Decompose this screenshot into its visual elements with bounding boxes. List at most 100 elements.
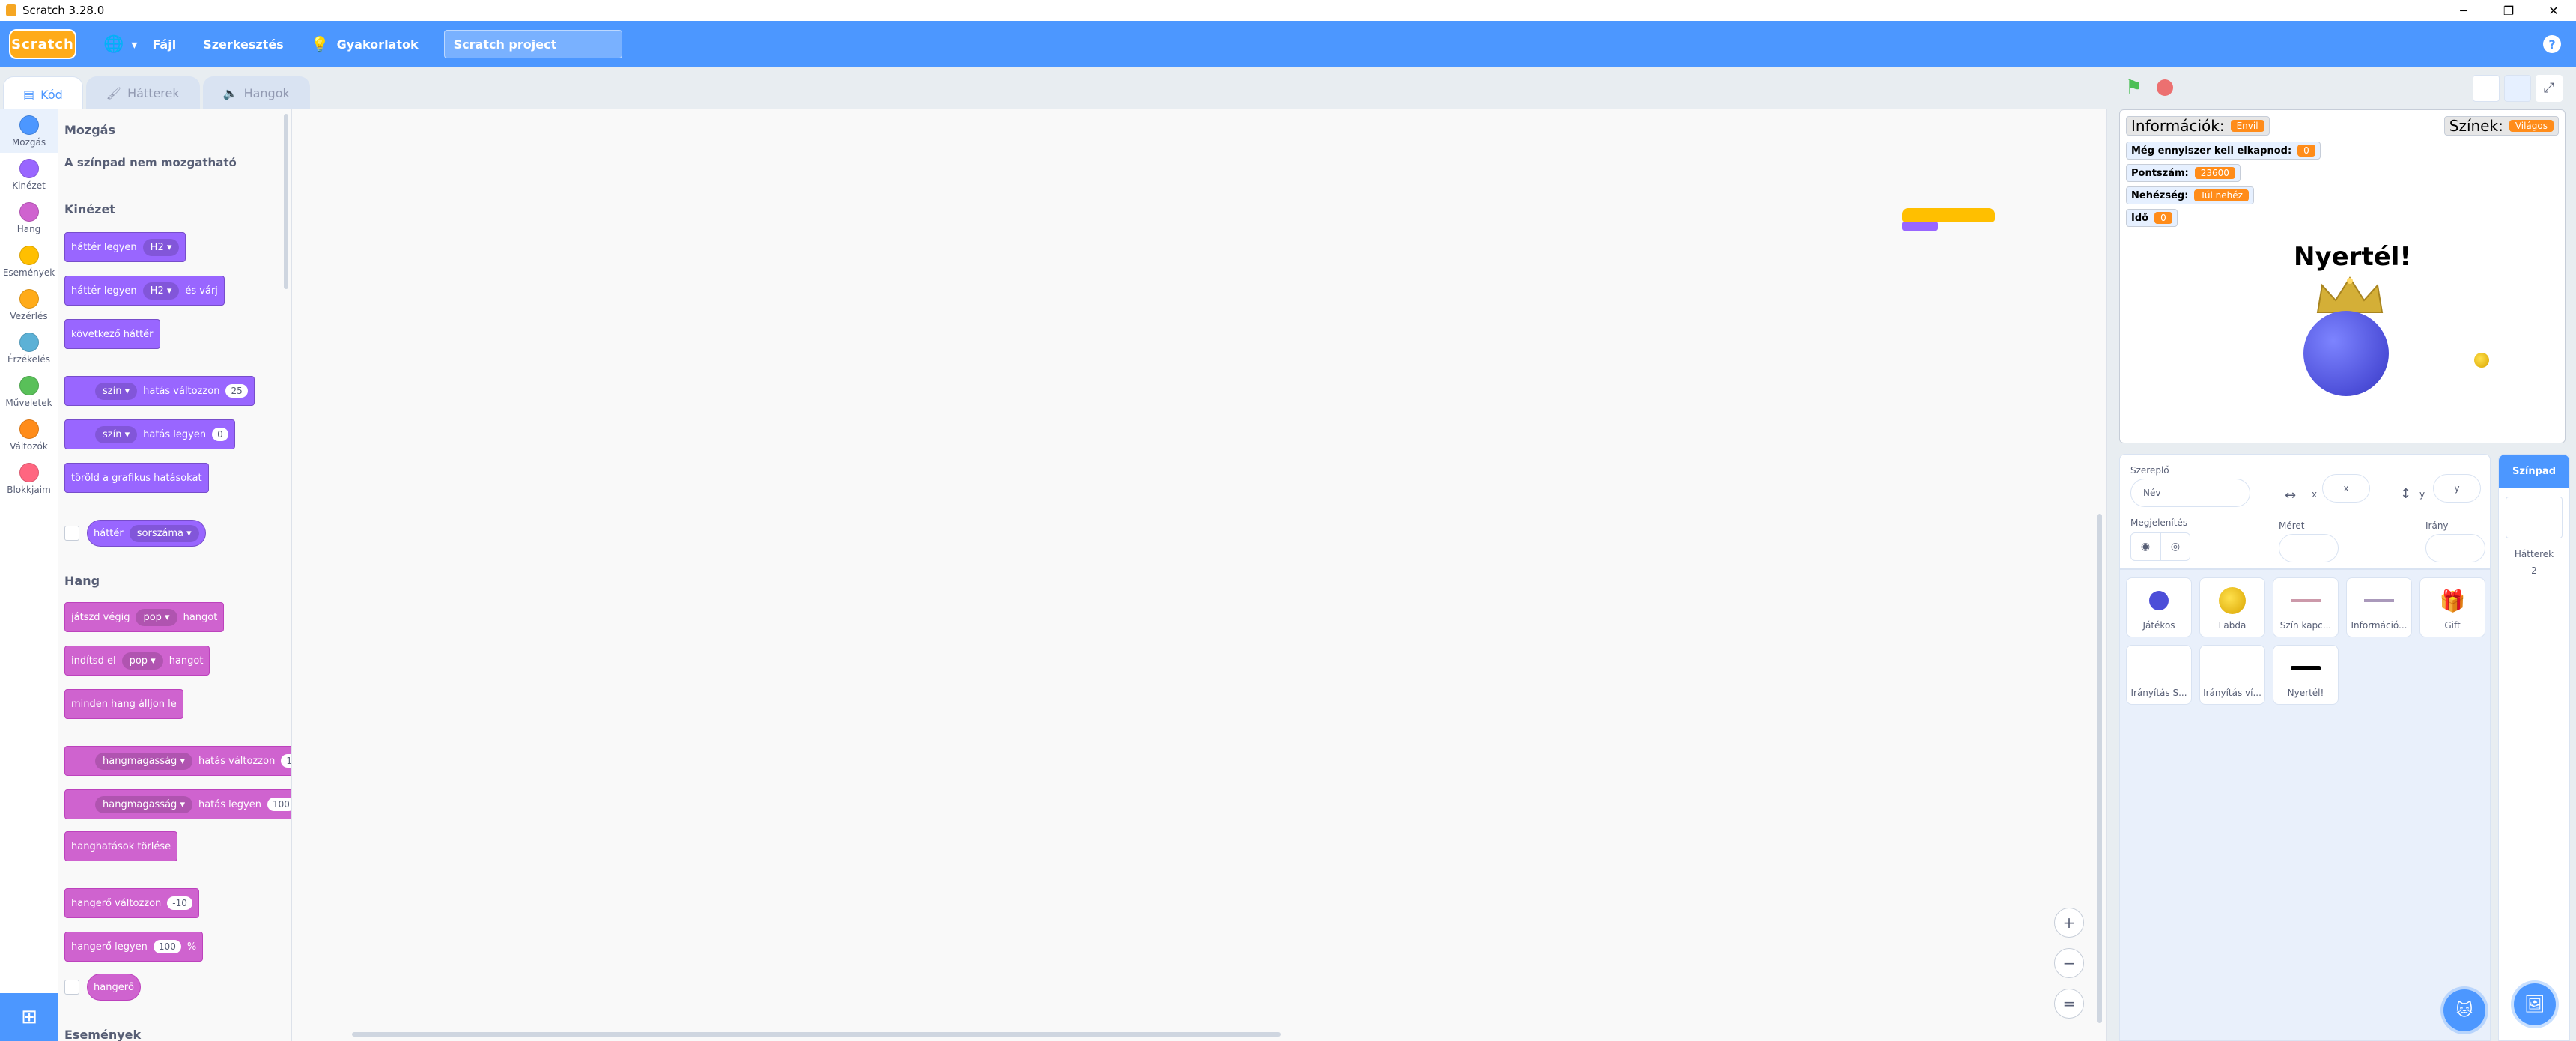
green-flag-icon[interactable]: ⚑: [2125, 78, 2145, 97]
volume-checkbox[interactable]: [64, 980, 79, 995]
sound-effect-dropdown[interactable]: hangmagasság ▾: [95, 752, 192, 770]
block-play-sound-until-done[interactable]: játszd végig pop ▾ hangot: [64, 602, 225, 632]
tab-code-label: Kód: [40, 88, 63, 102]
effect-dropdown[interactable]: szín ▾: [95, 382, 138, 400]
block-stop-all-sounds[interactable]: minden hang álljon le: [64, 689, 183, 719]
tutorials-menu[interactable]: 💡 Gyakorlatok: [311, 35, 419, 53]
tab-code[interactable]: ▤ Kód: [3, 76, 83, 112]
script-looks-block[interactable]: [1902, 222, 1938, 231]
effect-dropdown[interactable]: szín ▾: [95, 425, 138, 443]
block-set-volume[interactable]: hangerő legyen 100%: [64, 932, 204, 962]
sprite-tile[interactable]: Labda: [2199, 577, 2265, 637]
category-events[interactable]: Események: [0, 240, 58, 283]
block-change-sound-effect[interactable]: hangmagasság ▾ hatás változzon 10: [64, 746, 291, 776]
category-dot: [19, 462, 39, 482]
sprite-tile[interactable]: Szín kapc...: [2273, 577, 2339, 637]
block-start-sound[interactable]: indítsd el pop ▾ hangot: [64, 646, 210, 676]
sound-dropdown[interactable]: pop ▾: [121, 652, 163, 670]
block-backdrop-number[interactable]: háttér sorszáma ▾: [87, 520, 206, 547]
volume-value[interactable]: 100: [153, 940, 181, 953]
sprite-thumbnail: [2217, 653, 2247, 683]
add-extension-button[interactable]: ⊞: [0, 993, 58, 1041]
block-switch-backdrop-wait[interactable]: háttér legyen H2 ▾ és várj: [64, 276, 225, 306]
project-title-input[interactable]: Scratch project: [443, 30, 622, 58]
add-sprite-icon[interactable]: 🐱: [2443, 989, 2485, 1031]
close-button[interactable]: ✕: [2531, 0, 2576, 21]
y-input[interactable]: y: [2433, 474, 2481, 503]
sprite-tile[interactable]: 🎁 Gift: [2419, 577, 2485, 637]
tab-sounds[interactable]: 🔈 Hangok: [202, 76, 310, 109]
script-h-scrollbar[interactable]: [352, 1032, 1281, 1037]
sprite-tile[interactable]: Játékos: [2126, 577, 2192, 637]
small-stage-button[interactable]: [2473, 75, 2500, 102]
category-label: Mozgás: [11, 136, 46, 148]
minimize-button[interactable]: ─: [2441, 0, 2486, 21]
backdrop-dropdown[interactable]: H2 ▾: [142, 282, 180, 300]
stop-icon[interactable]: [2157, 79, 2173, 96]
tab-backdrops[interactable]: 🖌 Hátterek: [85, 76, 200, 109]
category-dot: [19, 245, 39, 265]
category-label: Vezérlés: [10, 310, 48, 321]
block-switch-backdrop[interactable]: háttér legyen H2 ▾: [64, 232, 186, 262]
winner-text: Nyertél!: [2294, 242, 2411, 272]
zoom-out-button[interactable]: −: [2054, 948, 2084, 978]
block-text: és várj: [185, 285, 218, 297]
add-backdrop-icon[interactable]: 🖼: [2514, 983, 2556, 1025]
direction-input[interactable]: [2425, 534, 2485, 562]
backdrop-dropdown[interactable]: H2 ▾: [142, 238, 180, 256]
sound-dropdown[interactable]: pop ▾: [136, 608, 177, 626]
effect-value-input[interactable]: 25: [225, 384, 248, 398]
category-operators[interactable]: Műveletek: [0, 370, 58, 413]
sprite-tile[interactable]: Irányítás S...: [2126, 645, 2192, 705]
palette-scrollbar[interactable]: [284, 114, 288, 289]
help-icon[interactable]: ?: [2543, 35, 2561, 53]
x-input[interactable]: x: [2322, 474, 2370, 503]
file-menu[interactable]: Fájl: [152, 37, 176, 52]
volume-value[interactable]: -10: [167, 896, 192, 910]
backdrop-attr-dropdown[interactable]: sorszáma ▾: [129, 524, 199, 542]
block-clear-sound-effects[interactable]: hanghatások törlése: [64, 831, 178, 861]
script-hat-block[interactable]: [1902, 208, 1995, 222]
scratch-logo[interactable]: Scratch: [9, 29, 76, 59]
normal-stage-button[interactable]: [2504, 75, 2531, 102]
zoom-reset-button[interactable]: =: [2054, 989, 2084, 1019]
category-control[interactable]: Vezérlés: [0, 283, 58, 327]
zoom-in-button[interactable]: +: [2054, 908, 2084, 938]
sound-effect-value[interactable]: 10: [281, 754, 291, 768]
category-menu: Mozgás Kinézet Hang Események Vezérlés É…: [0, 109, 58, 1041]
block-set-sound-effect[interactable]: hangmagasság ▾ hatás legyen 100: [64, 789, 291, 819]
block-clear-effects[interactable]: töröld a grafikus hatásokat: [64, 463, 209, 493]
hide-eye-icon[interactable]: ◎: [2160, 532, 2190, 561]
script-area[interactable]: + − =: [292, 109, 2107, 1041]
block-volume-reporter[interactable]: hangerő: [87, 974, 141, 1001]
category-myblocks[interactable]: Blokkjaim: [0, 457, 58, 500]
block-change-effect[interactable]: szín ▾ hatás változzon 25: [64, 376, 255, 406]
sprite-tile[interactable]: Irányítás ví...: [2199, 645, 2265, 705]
sound-effect-dropdown[interactable]: hangmagasság ▾: [95, 795, 192, 813]
sound-effect-value[interactable]: 100: [267, 798, 291, 811]
edit-menu[interactable]: Szerkesztés: [203, 37, 284, 52]
stage-selector[interactable]: Színpad Hátterek 2 🖼: [2498, 454, 2570, 1041]
category-looks[interactable]: Kinézet: [0, 153, 58, 196]
sprite-name-input[interactable]: Név: [2130, 479, 2250, 507]
fullscreen-icon[interactable]: ⤢: [2536, 75, 2563, 102]
script-v-scrollbar[interactable]: [2097, 514, 2102, 1023]
show-eye-icon[interactable]: ◉: [2130, 532, 2160, 561]
category-sensing[interactable]: Érzékelés: [0, 327, 58, 370]
size-input[interactable]: [2279, 534, 2339, 562]
brush-icon: 🖌: [106, 86, 122, 100]
maximize-button[interactable]: ❐: [2486, 0, 2531, 21]
block-change-volume[interactable]: hangerő változzon -10: [64, 888, 199, 918]
stage-canvas[interactable]: Információk: Envil Színek: Világos Még enn…: [2119, 109, 2566, 443]
category-sound[interactable]: Hang: [0, 196, 58, 240]
sprite-tile[interactable]: Információ...: [2346, 577, 2412, 637]
block-set-effect[interactable]: szín ▾ hatás legyen 0: [64, 419, 235, 449]
category-label: Kinézet: [12, 180, 46, 191]
sprite-tile[interactable]: Nyertél!: [2273, 645, 2339, 705]
effect-value-input[interactable]: 0: [212, 428, 228, 441]
block-next-backdrop[interactable]: következő háttér: [64, 319, 160, 349]
language-menu[interactable]: 🌐 ▾: [103, 35, 137, 54]
category-variables[interactable]: Változók: [0, 413, 58, 457]
category-motion[interactable]: Mozgás: [0, 109, 58, 153]
backdrop-number-checkbox[interactable]: [64, 526, 79, 541]
